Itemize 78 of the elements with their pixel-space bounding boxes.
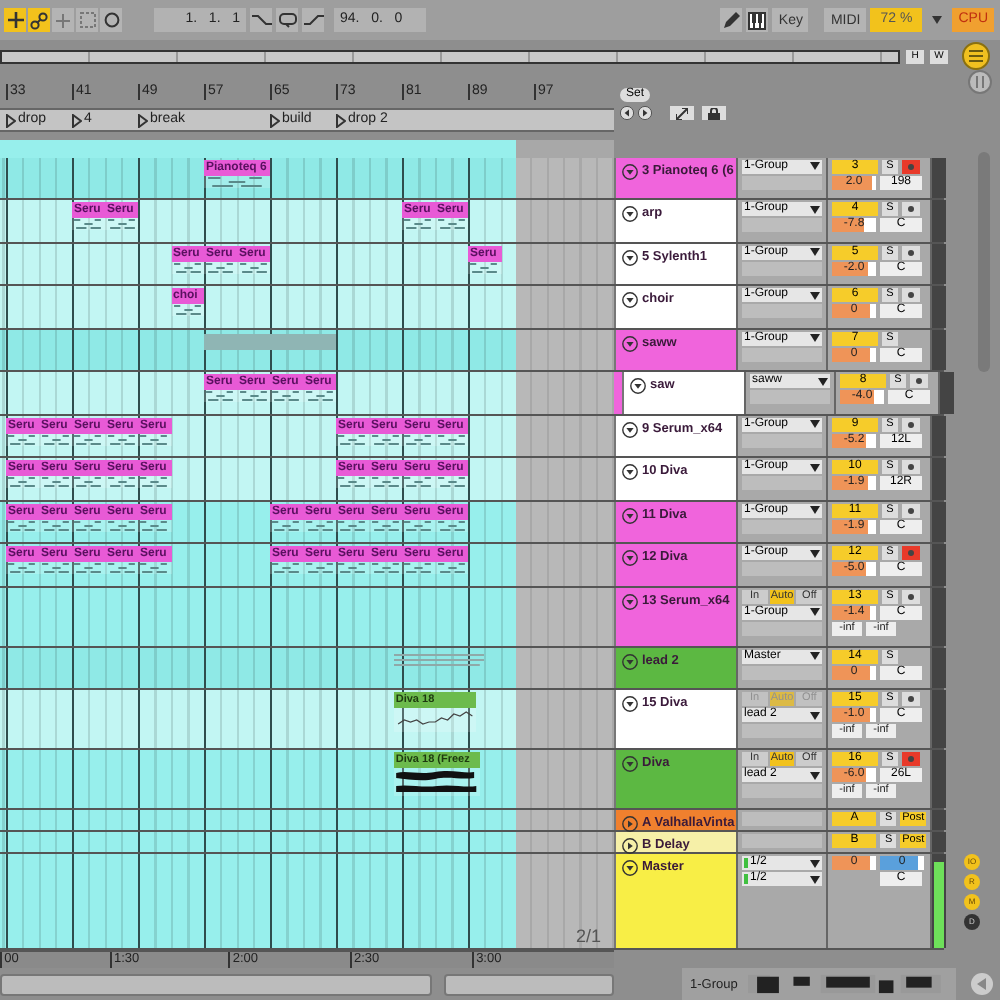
group-clip[interactable] bbox=[204, 333, 336, 349]
previous-icon[interactable] bbox=[620, 106, 634, 120]
circle-button[interactable] bbox=[100, 8, 122, 32]
routing-field[interactable] bbox=[750, 390, 830, 404]
routing-field[interactable] bbox=[742, 834, 822, 848]
arm-button[interactable] bbox=[902, 288, 920, 302]
fold-icon[interactable] bbox=[622, 653, 638, 669]
arm-button[interactable] bbox=[910, 374, 928, 388]
routing-field[interactable] bbox=[742, 812, 822, 826]
overview-strip[interactable] bbox=[0, 49, 900, 63]
locator-flag-icon bbox=[72, 113, 82, 127]
fold-icon[interactable] bbox=[622, 249, 638, 265]
routing-field[interactable] bbox=[742, 519, 822, 533]
fold-icon[interactable] bbox=[622, 838, 638, 854]
scrollbar[interactable] bbox=[444, 973, 614, 995]
arm-button[interactable] bbox=[902, 589, 920, 603]
fold-icon[interactable] bbox=[622, 464, 638, 480]
routing-field[interactable] bbox=[742, 665, 822, 679]
caret-icon bbox=[810, 711, 820, 719]
ramp-icon[interactable] bbox=[302, 8, 324, 32]
routing-field[interactable] bbox=[742, 476, 822, 490]
routing-field[interactable] bbox=[742, 347, 822, 361]
fold-icon[interactable] bbox=[622, 696, 638, 712]
waveform-drawing bbox=[393, 768, 481, 796]
midi-notes-drawing bbox=[468, 261, 501, 273]
caret-icon bbox=[810, 248, 820, 256]
page-indicator: 2/1 bbox=[576, 926, 602, 946]
routing-field[interactable] bbox=[742, 724, 822, 738]
arm-button[interactable] bbox=[902, 503, 920, 517]
caret-icon bbox=[810, 506, 820, 514]
routing-field[interactable] bbox=[742, 175, 822, 189]
arm-button[interactable] bbox=[902, 460, 920, 474]
caret-icon bbox=[810, 420, 820, 428]
locator-flag-icon bbox=[270, 113, 280, 127]
curve-icon[interactable] bbox=[250, 8, 272, 32]
link-button[interactable] bbox=[28, 8, 50, 32]
fold-icon[interactable] bbox=[622, 756, 638, 772]
caret-icon bbox=[810, 463, 820, 471]
routing-field[interactable] bbox=[742, 304, 822, 318]
caret-icon bbox=[810, 162, 820, 170]
fold-icon[interactable] bbox=[622, 421, 638, 437]
routing-field[interactable] bbox=[742, 784, 822, 798]
caret-icon bbox=[810, 205, 820, 213]
scrollbar[interactable] bbox=[0, 973, 432, 995]
arm-button[interactable] bbox=[902, 692, 920, 706]
caret-icon bbox=[810, 608, 820, 616]
caret-icon bbox=[810, 652, 820, 660]
arm-button[interactable] bbox=[902, 245, 920, 259]
routing-field[interactable] bbox=[742, 562, 822, 576]
locator-flag-icon bbox=[6, 113, 16, 127]
caret-icon[interactable] bbox=[932, 16, 943, 24]
caret-icon bbox=[818, 377, 828, 385]
locator-flag-icon bbox=[336, 113, 346, 127]
caret-icon bbox=[810, 334, 820, 342]
caret-icon bbox=[810, 771, 820, 779]
pencil-icon[interactable] bbox=[720, 8, 743, 32]
locator-flag-icon bbox=[138, 113, 148, 127]
caret-icon bbox=[810, 291, 820, 299]
routing-field[interactable] bbox=[742, 261, 822, 275]
fold-icon[interactable] bbox=[622, 292, 638, 308]
loop-icon[interactable] bbox=[276, 8, 298, 32]
fold-icon[interactable] bbox=[622, 206, 638, 222]
arm-button[interactable] bbox=[902, 159, 920, 173]
routing-field[interactable] bbox=[742, 621, 822, 635]
expand-button[interactable] bbox=[670, 106, 694, 120]
fold-icon[interactable] bbox=[622, 860, 638, 876]
piano-keys-icon[interactable] bbox=[746, 8, 769, 32]
arm-button[interactable] bbox=[902, 202, 920, 216]
midi-notes-drawing bbox=[171, 304, 204, 316]
arrangement-view-icon[interactable] bbox=[962, 42, 990, 70]
arm-button[interactable] bbox=[902, 417, 920, 431]
lock-button[interactable] bbox=[702, 106, 726, 120]
next-icon[interactable] bbox=[638, 106, 652, 120]
caret-icon bbox=[810, 549, 820, 557]
routing-field[interactable] bbox=[742, 218, 822, 232]
fold-icon[interactable] bbox=[630, 378, 646, 394]
routing-field[interactable] bbox=[742, 433, 822, 447]
add-button[interactable] bbox=[4, 8, 26, 32]
